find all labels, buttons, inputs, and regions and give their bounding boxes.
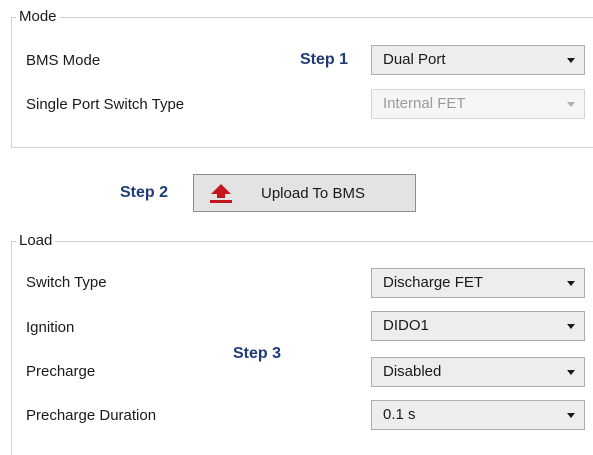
step-2-label: Step 2 bbox=[120, 184, 169, 201]
mode-group: Mode bbox=[11, 8, 593, 148]
bms-mode-value: Dual Port bbox=[383, 51, 446, 68]
chevron-down-icon bbox=[567, 413, 575, 418]
ignition-value: DIDO1 bbox=[383, 317, 429, 334]
mode-legend: Mode bbox=[16, 8, 60, 26]
upload-to-bms-button[interactable]: Upload To BMS bbox=[193, 174, 416, 212]
step-3-label: Step 3 bbox=[233, 345, 282, 362]
single-port-switch-type-select[interactable]: Internal FET bbox=[371, 89, 585, 119]
precharge-duration-label: Precharge Duration bbox=[26, 407, 157, 424]
chevron-down-icon bbox=[567, 281, 575, 286]
precharge-select[interactable]: Disabled bbox=[371, 357, 585, 387]
chevron-down-icon bbox=[567, 370, 575, 375]
switch-type-label: Switch Type bbox=[26, 274, 107, 291]
load-legend: Load bbox=[16, 232, 56, 250]
precharge-value: Disabled bbox=[383, 363, 442, 380]
chevron-down-icon bbox=[567, 102, 575, 107]
ignition-label: Ignition bbox=[26, 319, 75, 336]
bms-mode-select[interactable]: Dual Port bbox=[371, 45, 585, 75]
bms-mode-label: BMS Mode bbox=[26, 52, 101, 69]
upload-button-label: Upload To BMS bbox=[261, 185, 365, 202]
single-port-switch-type-label: Single Port Switch Type bbox=[26, 96, 185, 113]
ignition-select[interactable]: DIDO1 bbox=[371, 311, 585, 341]
chevron-down-icon bbox=[567, 324, 575, 329]
precharge-duration-value: 0.1 s bbox=[383, 406, 416, 423]
switch-type-select[interactable]: Discharge FET bbox=[371, 268, 585, 298]
upload-icon bbox=[210, 184, 232, 203]
single-port-switch-type-value: Internal FET bbox=[383, 95, 466, 112]
step-1-label: Step 1 bbox=[300, 51, 349, 68]
precharge-duration-select[interactable]: 0.1 s bbox=[371, 400, 585, 430]
switch-type-value: Discharge FET bbox=[383, 274, 484, 291]
precharge-label: Precharge bbox=[26, 363, 96, 380]
chevron-down-icon bbox=[567, 58, 575, 63]
